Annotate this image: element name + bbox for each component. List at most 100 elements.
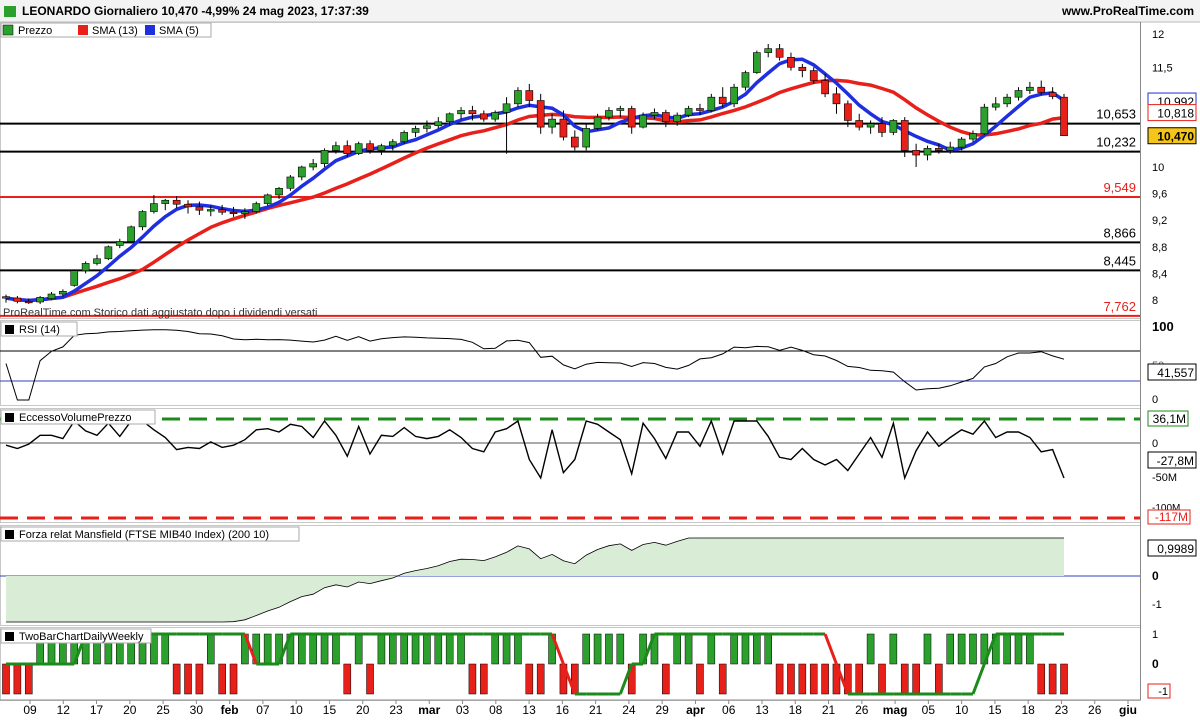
twobar-bar [718, 663, 727, 695]
candle-body [639, 114, 647, 128]
rsi-label: RSI (14) [19, 324, 60, 336]
candle-body [81, 263, 90, 272]
price-axis-tick: 9,6 [1152, 189, 1167, 201]
twobar-bar [218, 663, 226, 695]
mansfield-label: Forza relat Mansfield (FTSE MIB40 Index)… [19, 529, 269, 541]
price-axis-tick: 12 [1152, 29, 1164, 41]
twobar-bar [912, 663, 920, 695]
mansfield-area [6, 538, 1064, 622]
twobar-axis-tick: 0 [1152, 657, 1159, 671]
level-label: 7,762 [1103, 299, 1136, 314]
header-title: LEONARDO Giornaliero 10,470 -4,99% 24 ma… [22, 4, 369, 18]
twobar-axis-tick: 1 [1152, 629, 1158, 641]
twobar-bar [298, 633, 306, 665]
candle-body [423, 125, 431, 129]
sma5-legend-label: SMA (5) [159, 25, 199, 37]
candle-body [536, 100, 545, 128]
twobar-bar [525, 663, 534, 695]
candle-body [957, 138, 966, 148]
x-axis-label: 16 [556, 703, 570, 717]
price-axis-tick: 8 [1152, 295, 1158, 307]
x-axis-label: 05 [922, 703, 936, 717]
twobar-bar [343, 663, 352, 695]
candle-body [320, 150, 329, 164]
volume-lower-badge-label: -117M [1155, 510, 1188, 524]
twobar-bar [1003, 633, 1011, 665]
candle-body [730, 86, 738, 105]
trading-chart: 10,653 10,232 9,549 8,866 8,445 7,762 Prezzo SM… [0, 0, 1200, 717]
twobar-bar [309, 633, 317, 665]
site-name[interactable]: www.ProRealTime.com [1062, 4, 1194, 18]
rsi-axis-tick: 100 [1152, 319, 1174, 334]
twobar-bar [775, 663, 784, 695]
twobar-bar [662, 663, 670, 695]
price-axis-tick: 8,8 [1152, 242, 1167, 254]
twobar-bar [935, 663, 943, 695]
rsi-line [5, 329, 1065, 401]
price-legend-swatch [2, 24, 14, 36]
candle-body [593, 116, 602, 129]
twobar-bar [161, 633, 170, 665]
x-axis-label: 26 [1088, 703, 1102, 717]
candle-body [411, 128, 420, 133]
level-label: 10,232 [1096, 135, 1136, 150]
twobar-bar [809, 663, 818, 695]
twobar-bar [684, 633, 693, 665]
level-label: 8,445 [1103, 253, 1136, 268]
twobar-bar [753, 633, 761, 665]
twobar-line [971, 663, 986, 695]
x-axis-label: 18 [1022, 703, 1036, 717]
x-axis-label: giu [1119, 703, 1137, 717]
candle-body [900, 120, 909, 151]
twobar-bar [434, 633, 443, 665]
price-axis-tick: 10 [1152, 162, 1164, 174]
candle-body [229, 211, 238, 215]
twobar-bar [377, 633, 386, 665]
candle-body [286, 176, 295, 189]
twobar-bar [821, 663, 829, 695]
twobar-bar [730, 633, 738, 665]
candle-body [445, 113, 454, 123]
price-note: ProRealTime.com Storico dati aggiustato … [3, 307, 317, 319]
x-axis-label: 26 [855, 703, 869, 717]
volume-value-badge-label: -27,8M [1157, 454, 1194, 468]
candle-body [150, 203, 158, 212]
sma13-legend-swatch [78, 25, 88, 35]
candle-body [582, 128, 591, 148]
twobar-bar [798, 663, 807, 695]
x-axis-label: 20 [356, 703, 370, 717]
x-axis-label: 13 [522, 703, 536, 717]
x-axis-label: 25 [156, 703, 170, 717]
x-axis-label: 21 [822, 703, 836, 717]
twobar-bar [354, 633, 363, 665]
mansfield-badge-label: 0,9989 [1157, 542, 1194, 556]
candle-body [241, 211, 249, 214]
candle-body [923, 148, 932, 156]
sma5-line [5, 57, 1065, 303]
twobar-bar [400, 633, 408, 665]
volume-upper-badge-label: 36,1M [1153, 412, 1186, 426]
candle-body [889, 120, 898, 133]
candle-body [502, 103, 511, 113]
price-axis-tick: 9,2 [1152, 215, 1167, 227]
x-axis-label: 10 [290, 703, 304, 717]
x-axis-label: 06 [722, 703, 736, 717]
candle-body [468, 110, 477, 115]
candle-body [844, 103, 852, 121]
candle-body [457, 110, 465, 115]
rsi-swatch [5, 325, 14, 334]
candle-body [13, 297, 22, 302]
candle-body [866, 123, 875, 128]
price-axis-tick: 8,4 [1152, 268, 1167, 280]
x-axis-label: 12 [57, 703, 71, 717]
candle-body [93, 258, 101, 264]
candle-body [491, 112, 500, 120]
twobar-bar [855, 663, 864, 695]
candle-body [809, 70, 818, 81]
candle-body [684, 108, 693, 116]
header-icon [4, 6, 16, 17]
candle-body [696, 108, 704, 111]
sma13-legend-label: SMA (13) [92, 25, 138, 37]
twobar-bar [1060, 663, 1068, 695]
twobar-bar [445, 633, 454, 665]
